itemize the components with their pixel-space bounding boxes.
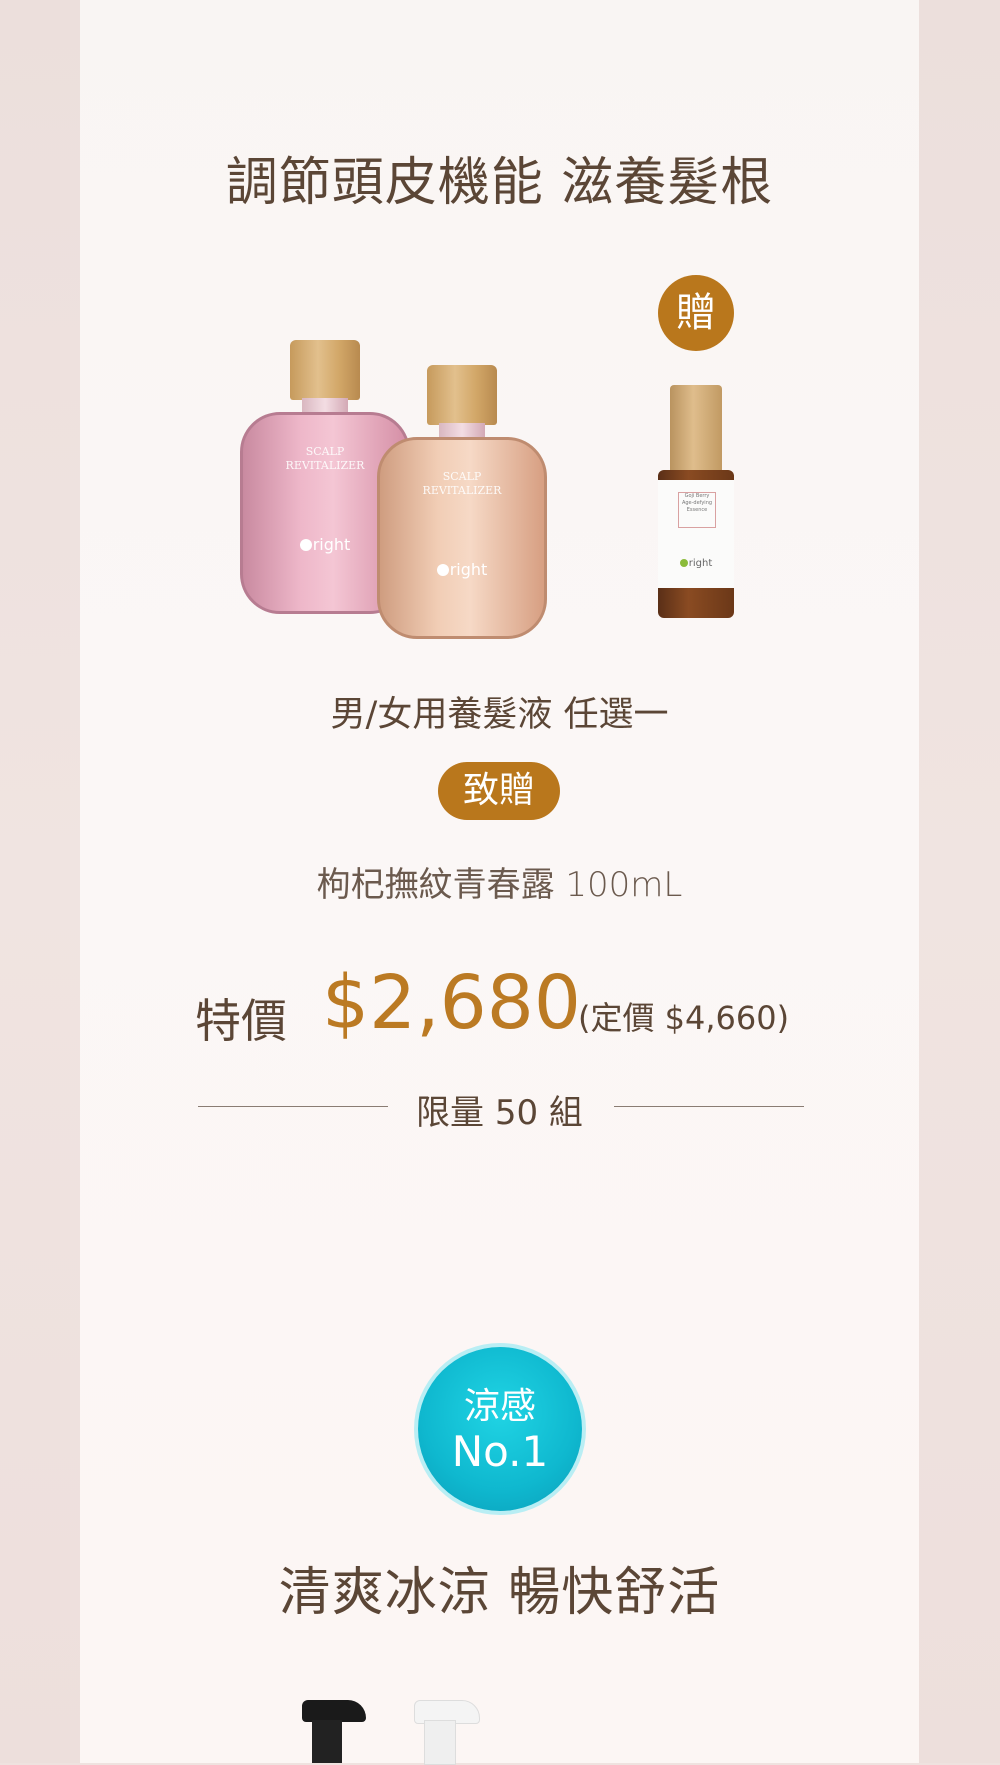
divider-right <box>614 1106 804 1107</box>
limit-row: 限量 50 組 <box>80 1085 919 1133</box>
original-price: (定價 $4,660) <box>578 999 790 1037</box>
gift-item-text: 枸杞撫紋青春露 100mL <box>316 865 683 905</box>
product-choice-text: 男/女用養髮液 任選一 <box>330 695 669 735</box>
black-pump-bottle <box>298 1700 368 1763</box>
white-pump-bottle <box>410 1700 480 1765</box>
peach-hair-tonic-bottle: SCALP REVITALIZER right <box>377 365 547 645</box>
limited-quantity-text: 限量 50 組 <box>416 1093 583 1133</box>
gift-pill: 致贈 <box>438 762 560 820</box>
special-price: $2,680 <box>322 960 581 1046</box>
price-row: 特價 $2,680 (定價 $4,660) <box>80 960 919 1050</box>
gift-spray-bottle: Goji Berry Age-defying Essence right <box>658 385 734 635</box>
cooling-no1-badge: 涼感 No.1 <box>418 1347 582 1511</box>
promo-heading-2: 清爽冰涼 暢快舒活 <box>278 1563 721 1623</box>
special-price-label: 特價 <box>195 994 287 1048</box>
product-image-group[interactable]: SCALP REVITALIZER right SCALP REVITALIZE… <box>80 270 919 640</box>
promo-panel: 調節頭皮機能 滋養髮根 SCALP REVITALIZER right SCAL… <box>80 0 919 1765</box>
gift-badge: 贈 <box>658 275 734 351</box>
promo-heading: 調節頭皮機能 滋養髮根 <box>225 153 774 213</box>
right-side-band <box>919 0 1000 1763</box>
left-side-band <box>0 0 80 1763</box>
